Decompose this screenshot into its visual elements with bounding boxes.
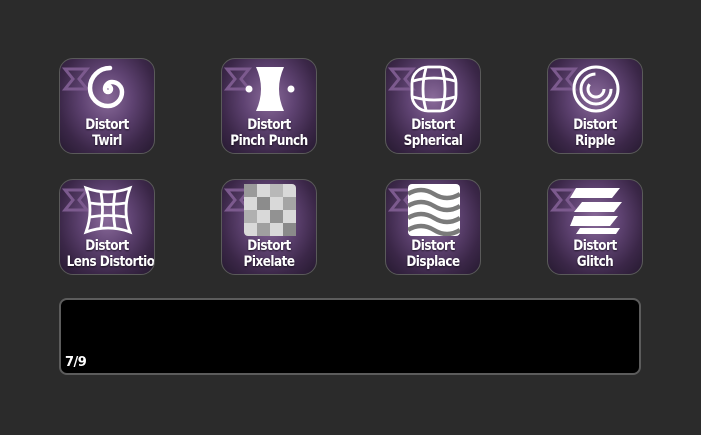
ripple-icon	[572, 65, 620, 113]
key-label: Distort Twirl	[85, 117, 129, 149]
key-distort-ripple[interactable]: Distort Ripple	[547, 58, 643, 154]
key-label: Distort Spherical	[403, 117, 463, 149]
stream-deck-page: Distort Twirl Distort Pinch Punch Distor…	[0, 0, 701, 435]
pixelate-icon	[244, 184, 296, 236]
key-distort-twirl[interactable]: Distort Twirl	[59, 58, 155, 154]
key-distort-pinch-punch[interactable]: Distort Pinch Punch	[221, 58, 317, 154]
key-label: Distort Lens Distortion	[66, 238, 155, 270]
key-distort-glitch[interactable]: Distort Glitch	[547, 179, 643, 275]
glitch-icon	[570, 188, 622, 234]
touch-strip[interactable]: 7/9	[59, 298, 641, 375]
key-distort-spherical[interactable]: Distort Spherical	[385, 58, 481, 154]
key-label: Distort Glitch	[573, 238, 617, 270]
page-indicator: 7/9	[65, 355, 87, 370]
key-distort-pixelate[interactable]: Distort Pixelate	[221, 179, 317, 275]
key-label: Distort Ripple	[573, 117, 617, 149]
twirl-icon	[87, 65, 125, 109]
key-label: Distort Pinch Punch	[230, 117, 308, 149]
key-distort-lens-distortion[interactable]: Distort Lens Distortion	[59, 179, 155, 275]
pinch-punch-icon	[245, 67, 295, 111]
lens-distortion-icon	[83, 185, 133, 235]
key-label: Distort Pixelate	[243, 238, 295, 270]
spherical-icon	[410, 65, 458, 113]
displace-icon	[408, 184, 460, 236]
key-distort-displace[interactable]: Distort Displace	[385, 179, 481, 275]
key-label: Distort Displace	[406, 238, 460, 270]
